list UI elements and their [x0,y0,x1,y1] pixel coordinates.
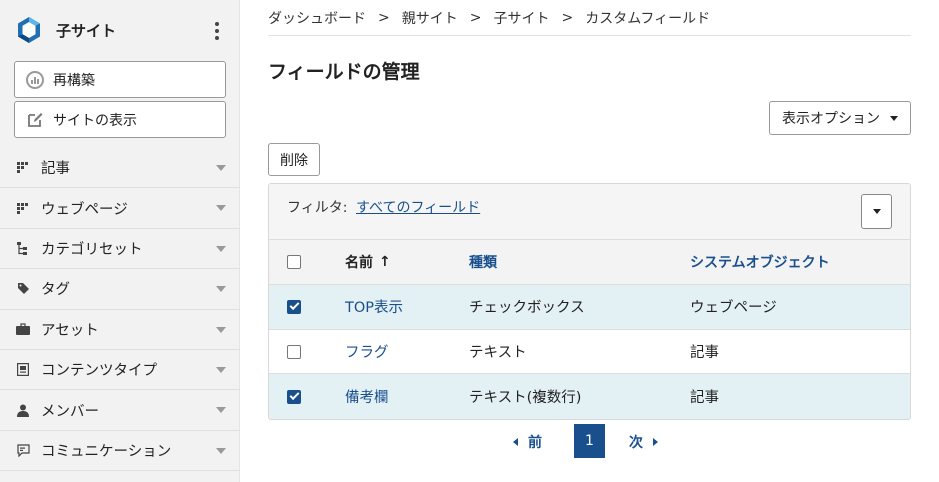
sort-ascending-icon: ↑ [379,254,391,270]
chevron-right-icon [653,438,658,446]
view-site-button[interactable]: サイトの表示 [14,101,226,138]
breadcrumb-separator: > [469,9,482,26]
prev-page-link[interactable]: 前 [513,432,542,452]
breadcrumb-separator: > [378,9,390,26]
sidebar-item-label: カテゴリセット [41,241,143,258]
communication-icon [16,443,30,457]
edit-icon [25,110,45,130]
sidebar-item-label: コンテンツタイプ [41,363,157,380]
display-options-label: 表示オプション [782,111,880,127]
entries-icon [16,161,30,175]
page-title: フィールドの管理 [268,61,420,83]
rebuild-icon [25,70,45,90]
field-type: チェックボックス [469,300,585,317]
sidebar: 子サイト 再構築 サイトの表示 記事 ウェブページ カテゴリセット タグ アセッ… [0,0,240,482]
row-checkbox[interactable] [287,299,301,314]
next-page-link[interactable]: 次 [629,432,658,452]
select-all-checkbox[interactable] [287,255,301,269]
chevron-down-icon[interactable] [216,366,226,373]
breadcrumb: ダッシュボード > 親サイト > 子サイト > カスタムフィールド [268,0,911,36]
field-name-link[interactable]: TOP表示 [345,296,403,317]
next-page-label: 次 [629,435,643,451]
kebab-menu-icon[interactable] [215,22,219,40]
site-name: 子サイト [56,21,117,40]
table-row: TOP表示 チェックボックス ウェブページ [269,285,910,330]
field-system-object: 記事 [690,345,719,362]
chevron-left-icon [513,438,518,446]
field-type: テキスト [469,345,527,362]
field-name-link[interactable]: 備考欄 [345,386,389,407]
filter-dropdown-button[interactable] [861,194,892,229]
table-header: 名前 ↑ 種類 システムオブジェクト [269,240,910,285]
field-system-object: ウェブページ [690,300,777,317]
sidebar-item-label: ウェブページ [41,201,128,218]
display-options-button[interactable]: 表示オプション [769,101,911,135]
chevron-down-icon[interactable] [216,407,226,414]
breadcrumb-item-dashboard[interactable]: ダッシュボード [268,8,366,28]
current-page-button[interactable]: 1 [574,424,605,458]
sidebar-nav: 記事 ウェブページ カテゴリセット タグ アセット コンテンツタイプ メンバー … [0,148,240,472]
column-header-name-label: 名前 [345,255,373,271]
sidebar-item-communication[interactable]: コミュニケーション [0,431,240,472]
breadcrumb-item-current: カスタムフィールド [585,10,711,27]
sidebar-item-label: 記事 [41,161,70,178]
field-name-link[interactable]: フラグ [345,341,389,362]
pagination: 前 1 次 [268,424,911,458]
filter-value-link[interactable]: すべてのフィールド [356,197,480,217]
column-header-name[interactable]: 名前 ↑ [345,240,391,284]
tag-icon [16,282,30,296]
sidebar-item-assets[interactable]: アセット [0,310,240,350]
row-checkbox[interactable] [287,344,301,359]
chevron-down-icon[interactable] [216,447,226,454]
rebuild-button[interactable]: 再構築 [14,61,226,98]
sidebar-item-label: コミュニケーション [41,443,172,460]
chevron-down-icon[interactable] [216,205,226,212]
sidebar-item-tags[interactable]: タグ [0,269,240,310]
site-header: 子サイト [0,0,239,60]
delete-button[interactable]: 削除 [268,143,320,176]
chevron-down-icon[interactable] [216,326,226,333]
asset-icon [16,322,30,336]
prev-page-label: 前 [528,435,542,451]
breadcrumb-separator: > [561,9,574,26]
caret-down-icon [890,115,898,121]
row-checkbox[interactable] [287,389,301,404]
column-header-system-object[interactable]: システムオブジェクト [690,240,830,284]
fields-table: フィルタ: すべてのフィールド 名前 ↑ 種類 システムオブジェクト TOP表示… [268,183,911,421]
sidebar-item-members[interactable]: メンバー [0,390,240,431]
member-icon [16,403,30,417]
site-logo-icon[interactable] [14,15,44,45]
table-row: 備考欄 テキスト(複数行) 記事 [269,374,910,420]
sidebar-item-label: メンバー [41,403,99,420]
chevron-down-icon[interactable] [216,245,226,252]
breadcrumb-item-parent-site[interactable]: 親サイト [402,8,458,28]
sidebar-item-category-sets[interactable]: カテゴリセット [0,229,240,270]
sidebar-item-entries[interactable]: 記事 [0,148,240,189]
rebuild-label: 再構築 [53,72,95,89]
main-content: ダッシュボード > 親サイト > 子サイト > カスタムフィールド フィールドの… [268,0,911,458]
column-header-type[interactable]: 種類 [469,240,497,284]
view-site-label: サイトの表示 [53,112,137,129]
sidebar-item-content-types[interactable]: コンテンツタイプ [0,350,240,391]
filter-label: フィルタ: [287,200,348,216]
field-system-object: 記事 [690,390,719,407]
caret-down-icon [872,209,881,214]
category-set-icon [16,241,30,255]
chevron-down-icon[interactable] [216,286,226,293]
sidebar-item-pages[interactable]: ウェブページ [0,188,240,229]
content-type-icon [16,363,30,377]
sidebar-item-label: タグ [41,282,70,299]
delete-label: 削除 [280,152,308,169]
sidebar-item-label: アセット [41,322,99,339]
breadcrumb-item-child-site[interactable]: 子サイト [493,8,549,28]
pages-icon [16,201,30,215]
table-row: フラグ テキスト 記事 [269,330,910,375]
field-type: テキスト(複数行) [469,390,582,407]
chevron-down-icon[interactable] [216,165,226,171]
filter-bar: フィルタ: すべてのフィールド [269,184,910,240]
